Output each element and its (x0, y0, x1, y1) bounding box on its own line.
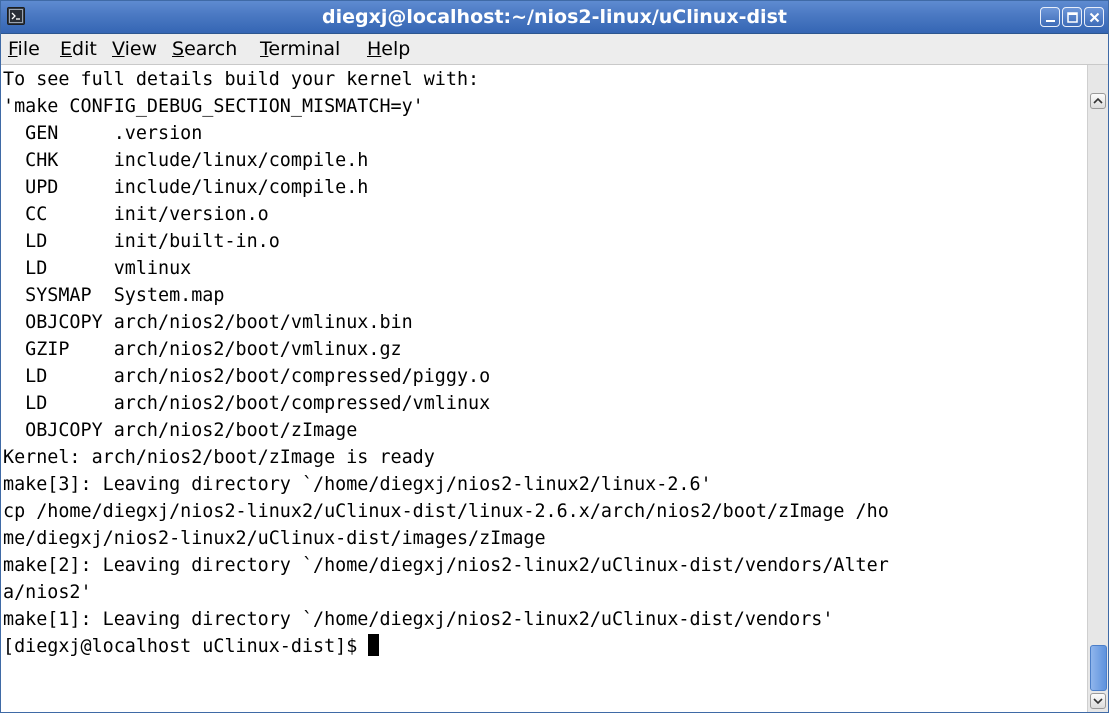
scroll-thumb[interactable] (1090, 645, 1107, 691)
terminal-line: make[3]: Leaving directory `/home/diegxj… (3, 474, 712, 495)
menu-file-mnemonic: F (8, 38, 18, 60)
arrow-up-icon (1093, 97, 1103, 104)
terminal-line: GEN .version (3, 123, 203, 144)
scroll-down-button[interactable] (1090, 693, 1106, 709)
menu-view-mnemonic: V (112, 38, 125, 60)
shell-prompt: [diegxj@localhost uClinux-dist]$ (3, 636, 369, 657)
menu-bar: File Edit View Search Terminal Help (1, 34, 1108, 65)
menu-file-label: ile (17, 38, 40, 60)
terminal-line: a/nios2' (3, 582, 92, 603)
title-bar[interactable]: diegxj@localhost:~/nios2-linux/uClinux-d… (1, 1, 1108, 34)
terminal-line: LD arch/nios2/boot/compressed/vmlinux (3, 393, 491, 414)
terminal-line: OBJCOPY arch/nios2/boot/zImage (3, 420, 358, 441)
terminal-line: CHK include/linux/compile.h (3, 150, 369, 171)
terminal-line: LD arch/nios2/boot/compressed/piggy.o (3, 366, 491, 387)
terminal-line: make[2]: Leaving directory `/home/diegxj… (3, 555, 889, 576)
terminal-line: me/diegxj/nios2-linux2/uClinux-dist/imag… (3, 528, 546, 549)
menu-help-mnemonic: H (367, 38, 382, 60)
terminal-line: CC init/version.o (3, 204, 269, 225)
terminal-line: UPD include/linux/compile.h (3, 177, 369, 198)
terminal-line: cp /home/diegxj/nios2-linux2/uClinux-dis… (3, 501, 889, 522)
terminal-line: OBJCOPY arch/nios2/boot/vmlinux.bin (3, 312, 413, 333)
prompt-line[interactable]: [diegxj@localhost uClinux-dist]$ (3, 633, 380, 660)
text-cursor (368, 634, 380, 656)
menu-edit-label: dit (72, 38, 97, 60)
close-button[interactable] (1084, 7, 1104, 27)
vertical-scrollbar[interactable] (1087, 65, 1108, 712)
menu-help-label: elp (381, 38, 411, 60)
terminal-output[interactable]: To see full details build your kernel wi… (1, 65, 1087, 712)
menu-file[interactable]: File (8, 34, 40, 64)
window-title: diegxj@localhost:~/nios2-linux/uClinux-d… (322, 6, 787, 28)
terminal-line: Kernel: arch/nios2/boot/zImage is ready (3, 447, 435, 468)
minimize-button[interactable] (1040, 7, 1060, 27)
terminal-window: diegxj@localhost:~/nios2-linux/uClinux-d… (0, 0, 1109, 713)
terminal-line: SYSMAP System.map (3, 285, 225, 306)
menu-terminal[interactable]: Terminal (260, 34, 340, 64)
close-icon (1089, 12, 1100, 23)
scroll-up-button[interactable] (1090, 93, 1106, 109)
menu-search-mnemonic: S (172, 38, 185, 60)
menu-help[interactable]: Help (367, 34, 410, 64)
menu-view[interactable]: View (112, 34, 157, 64)
menu-search-label: earch (184, 38, 238, 60)
terminal-line: 'make CONFIG_DEBUG_SECTION_MISMATCH=y' (3, 96, 424, 117)
menu-view-label: iew (124, 38, 158, 60)
terminal-line: GZIP arch/nios2/boot/vmlinux.gz (3, 339, 402, 360)
menu-search[interactable]: Search (172, 34, 237, 64)
terminal-line: LD vmlinux (3, 258, 192, 279)
arrow-down-icon (1093, 698, 1103, 705)
minimize-icon (1046, 20, 1055, 22)
menu-edit-mnemonic: E (60, 38, 73, 60)
maximize-button[interactable] (1062, 7, 1082, 27)
terminal-line: LD init/built-in.o (3, 231, 280, 252)
maximize-icon (1067, 12, 1078, 23)
menu-edit[interactable]: Edit (60, 34, 97, 64)
terminal-line: To see full details build your kernel wi… (3, 69, 480, 90)
terminal-line: make[1]: Leaving directory `/home/diegxj… (3, 609, 834, 630)
menu-terminal-label: erminal (268, 38, 341, 60)
